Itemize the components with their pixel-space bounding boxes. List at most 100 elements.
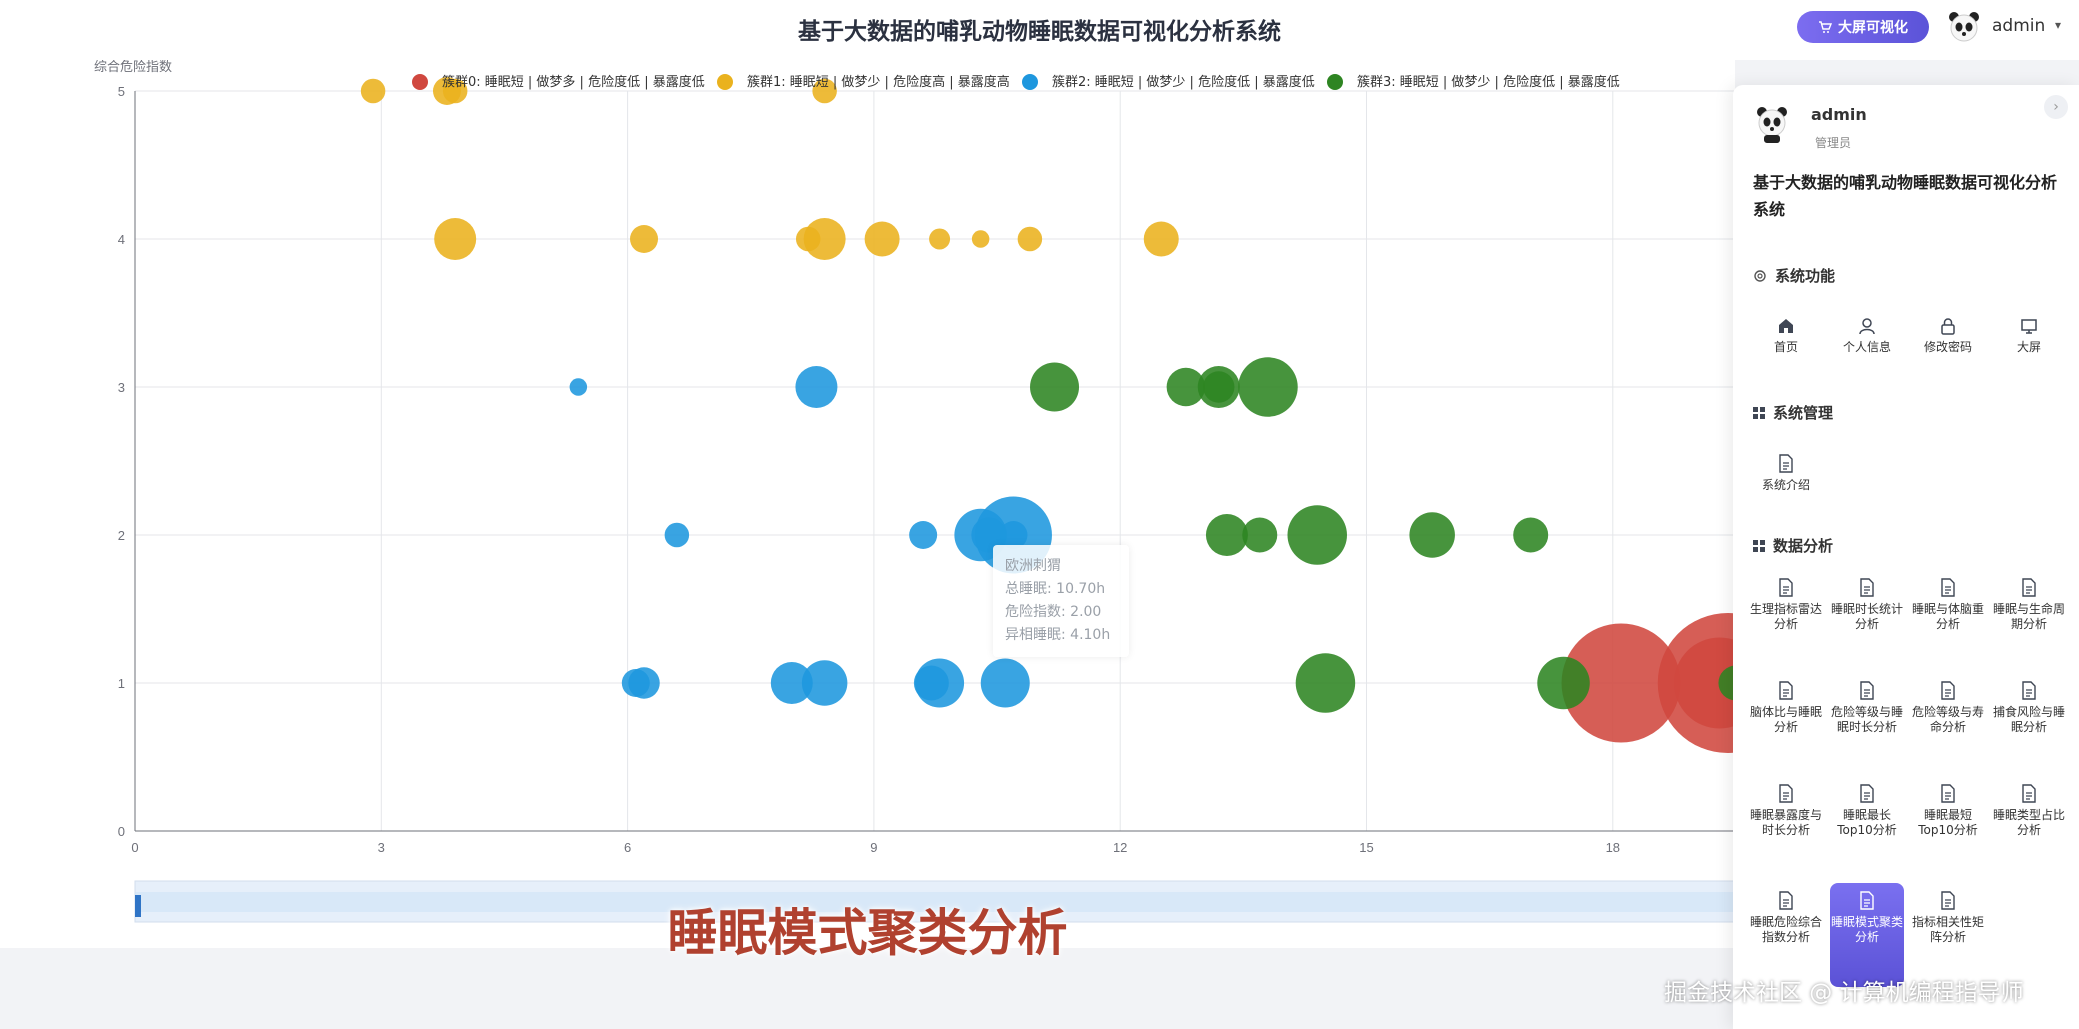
- menu-item-bigscreen[interactable]: 大屏: [1992, 317, 2066, 355]
- watermark: 掘金技术社区 @ 计算机编程指导师: [1664, 980, 2024, 1006]
- document-icon: [2022, 681, 2036, 700]
- legend-label[interactable]: 簇群2: 睡眠短 | 做梦少 | 危险度低 | 暴露度低: [1052, 74, 1315, 90]
- legend-label[interactable]: 簇群0: 睡眠短 | 做梦多 | 危险度低 | 暴露度低: [442, 74, 705, 90]
- menu-item-profile[interactable]: 个人信息: [1830, 317, 1904, 355]
- navigation-drawer: › admin 管理员 基于大数据的哺乳动物睡眠数据可视化分析系统 系统功能 首…: [1733, 85, 2079, 1029]
- menu-item-analysis[interactable]: 危险等级与寿命分析: [1911, 681, 1985, 735]
- y-tick-label: 4: [118, 232, 125, 247]
- scatter-point[interactable]: [1205, 514, 1248, 556]
- section-title: 系统管理: [1773, 404, 1834, 422]
- scatter-point[interactable]: [1287, 505, 1347, 565]
- menu-item-label: 修改密码: [1923, 340, 1972, 354]
- scatter-point[interactable]: [909, 521, 938, 549]
- menu-item-label: 危险等级与寿命分析: [1911, 705, 1984, 734]
- scatter-point[interactable]: [434, 218, 477, 260]
- close-icon[interactable]: ›: [2044, 95, 2068, 119]
- legend-label[interactable]: 簇群3: 睡眠短 | 做梦少 | 危险度低 | 暴露度低: [1357, 74, 1620, 90]
- x-tick-label: 0: [131, 840, 138, 855]
- grid-icon: [1753, 539, 1765, 552]
- bigscreen-button[interactable]: 大屏可视化: [1797, 11, 1929, 43]
- grid-icon: [1753, 406, 1765, 419]
- menu-item-change-password[interactable]: 修改密码: [1911, 317, 1985, 355]
- scatter-point[interactable]: [628, 667, 660, 699]
- menu-item-label: 睡眠最长Top10分析: [1837, 808, 1897, 837]
- scatter-point[interactable]: [1537, 656, 1590, 710]
- document-icon: [1941, 578, 1955, 597]
- y-tick-label: 2: [118, 528, 125, 543]
- menu-item-analysis[interactable]: 生理指标雷达分析: [1749, 578, 1823, 632]
- menu-item-analysis[interactable]: 睡眠最长Top10分析: [1830, 784, 1904, 838]
- scatter-point[interactable]: [864, 221, 900, 257]
- document-icon: [1779, 578, 1793, 597]
- chevron-down-icon[interactable]: ▾: [2055, 18, 2061, 32]
- menu-item-analysis[interactable]: 捕食风险与睡眠分析: [1992, 681, 2066, 735]
- legend-marker[interactable]: [412, 74, 428, 90]
- scatter-point[interactable]: [803, 218, 846, 260]
- document-icon: [1941, 681, 1955, 700]
- drawer-role: 管理员: [1815, 136, 1852, 150]
- scatter-point[interactable]: [1238, 357, 1298, 417]
- scatter-point[interactable]: [360, 78, 386, 104]
- scatter-point[interactable]: [1030, 362, 1080, 412]
- menu-item-analysis[interactable]: 睡眠暴露度与时长分析: [1749, 784, 1823, 838]
- menu-item-label: 睡眠与生命周期分析: [1992, 602, 2065, 631]
- scatter-point[interactable]: [569, 378, 588, 396]
- menu-item-label: 指标相关性矩阵分析: [1911, 915, 1984, 944]
- x-tick-label: 6: [624, 840, 631, 855]
- menu-item-analysis[interactable]: 脑体比与睡眠分析: [1749, 681, 1823, 735]
- legend-marker[interactable]: [1327, 74, 1343, 90]
- menu-item-analysis[interactable]: 睡眠最短Top10分析: [1911, 784, 1985, 838]
- top-bar: 基于大数据的哺乳动物睡眠数据可视化分析系统 大屏可视化 admin ▾: [0, 0, 2079, 60]
- tooltip: 欧洲刺猬 总睡眠: 10.70h 危险指数: 2.00 异相睡眠: 4.10h: [993, 545, 1129, 657]
- scatter-point[interactable]: [630, 225, 659, 253]
- scatter-point[interactable]: [980, 658, 1030, 708]
- menu-item-analysis[interactable]: 睡眠危险综合指数分析: [1749, 891, 1823, 945]
- scatter-point[interactable]: [1017, 226, 1043, 252]
- y-tick-label: 1: [118, 676, 125, 691]
- scatter-point[interactable]: [1295, 653, 1356, 713]
- menu-item-analysis[interactable]: 睡眠与体脑重分析: [1911, 578, 1985, 632]
- menu-item-label: 生理指标雷达分析: [1749, 602, 1822, 631]
- section-data-analysis: 数据分析: [1753, 535, 1833, 556]
- menu-item-label: 捕食风险与睡眠分析: [1992, 705, 2065, 734]
- home-icon: [1779, 319, 1793, 333]
- scatter-point[interactable]: [801, 660, 848, 706]
- menu-item-home[interactable]: 首页: [1749, 317, 1823, 355]
- scatter-point[interactable]: [929, 228, 951, 250]
- menu-item-analysis[interactable]: 睡眠类型占比分析: [1992, 784, 2066, 838]
- scatter-point[interactable]: [915, 658, 965, 708]
- scatter-point[interactable]: [795, 366, 838, 408]
- menu-item-label: 首页: [1773, 340, 1798, 354]
- menu-item-analysis[interactable]: 睡眠与生命周期分析: [1992, 578, 2066, 632]
- menu-item-system-intro[interactable]: 系统介绍: [1749, 454, 1823, 493]
- document-icon: [2022, 578, 2036, 597]
- tooltip-title: 欧洲刺猬: [1005, 558, 1061, 574]
- legend-marker[interactable]: [717, 74, 733, 90]
- menu-item-analysis[interactable]: 指标相关性矩阵分析: [1911, 891, 1985, 945]
- legend-marker[interactable]: [1022, 74, 1038, 90]
- scatter-point[interactable]: [971, 230, 990, 248]
- tooltip-line: 危险指数: 2.00: [1005, 604, 1102, 620]
- scatter-point[interactable]: [1143, 221, 1179, 257]
- menu-item-label: 脑体比与睡眠分析: [1749, 705, 1822, 734]
- x-tick-label: 15: [1359, 840, 1373, 855]
- scatter-point[interactable]: [1513, 517, 1549, 553]
- cluster-scatter-chart: 0123450 3 6 9 12 15 18 簇群0: 睡眠短 | 做梦多 | 危险度低 |…: [94, 60, 1735, 923]
- y-axis-label: 综合危险指数: [94, 60, 172, 74]
- drawer-system-title: 基于大数据的哺乳动物睡眠数据可视化分析系统: [1753, 173, 2058, 219]
- menu-item-analysis[interactable]: 睡眠模式聚类分析: [1830, 883, 1904, 987]
- document-icon: [1860, 681, 1874, 700]
- scatter-point[interactable]: [1242, 517, 1278, 553]
- y-tick-label: 0: [118, 824, 125, 839]
- section-system-functions: 系统功能: [1753, 265, 1835, 286]
- panda-avatar[interactable]: [1947, 10, 1981, 44]
- menu-item-analysis[interactable]: 危险等级与睡眠时长分析: [1830, 681, 1904, 735]
- section-system-management: 系统管理: [1753, 402, 1833, 423]
- document-icon: [1941, 891, 1955, 910]
- scatter-point[interactable]: [1409, 512, 1455, 558]
- scatter-point[interactable]: [1202, 371, 1235, 403]
- header-username[interactable]: admin: [1992, 16, 2045, 36]
- legend-label[interactable]: 簇群1: 睡眠短 | 做梦少 | 危险度高 | 暴露度高: [747, 74, 1010, 90]
- menu-item-analysis[interactable]: 睡眠时长统计分析: [1830, 578, 1904, 632]
- scatter-point[interactable]: [664, 522, 690, 548]
